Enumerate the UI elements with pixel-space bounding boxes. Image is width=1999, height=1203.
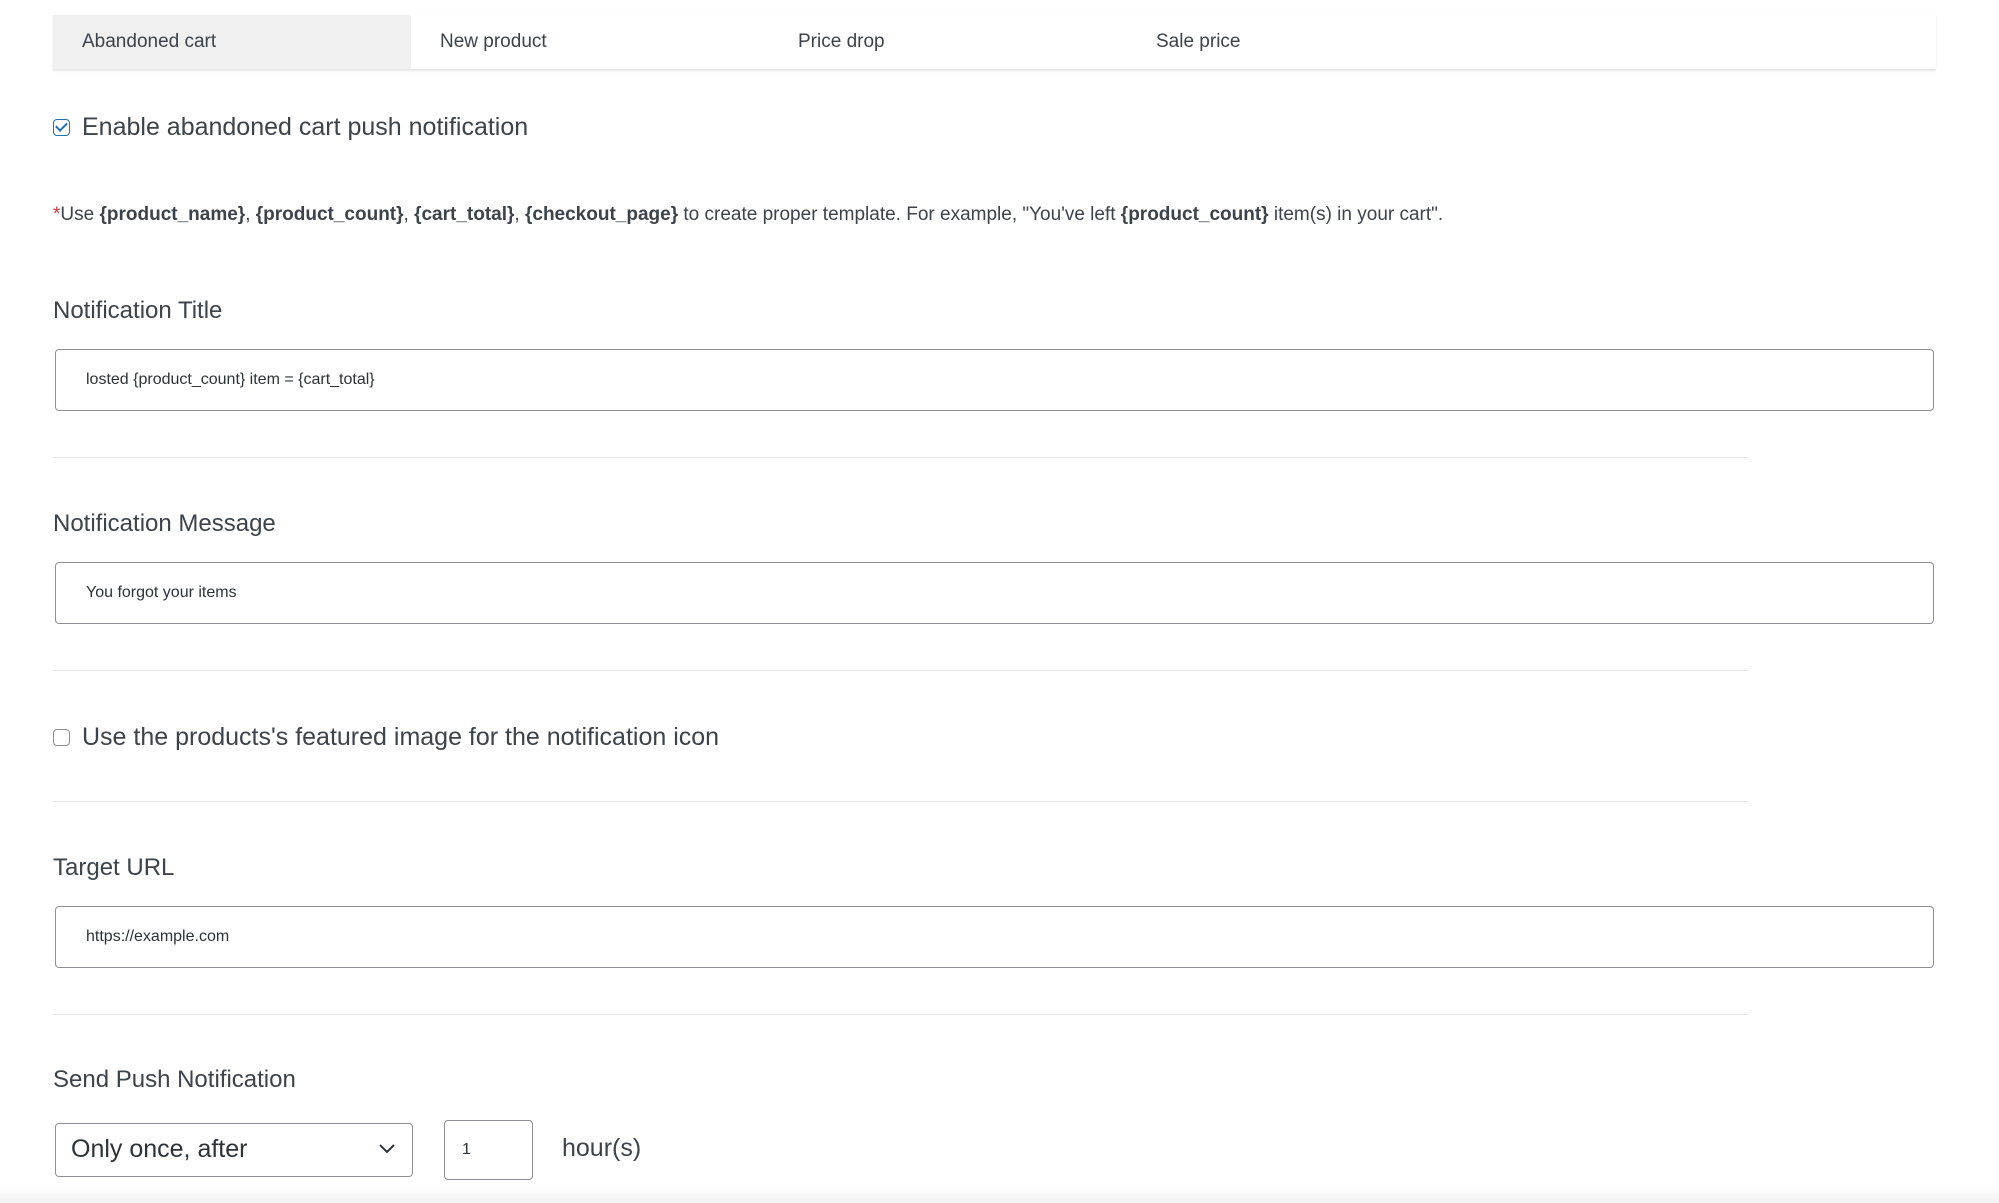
target-url-label: Target URL [53, 854, 175, 881]
featured-image-checkbox[interactable] [53, 729, 70, 746]
send-frequency-value: Only once, after [71, 1135, 248, 1163]
send-delay-input[interactable]: 1 [444, 1120, 533, 1180]
tab-new-product[interactable]: New product [411, 15, 769, 69]
divider [53, 457, 1749, 458]
notification-title-label: Notification Title [53, 297, 223, 324]
chevron-down-icon [379, 1144, 395, 1154]
featured-image-option[interactable]: Use the products's featured image for th… [53, 723, 719, 752]
notification-message-input[interactable]: You forgot your items [55, 562, 1934, 624]
send-frequency-select[interactable]: Only once, after [55, 1123, 413, 1177]
placeholder-product-name: {product_name} [99, 204, 246, 225]
tab-sale-price[interactable]: Sale price [1127, 15, 1485, 69]
hint-text: item(s) in your cart". [1268, 204, 1444, 225]
placeholder-product-count: {product_count} [255, 204, 404, 225]
bottom-fade [0, 1185, 1999, 1203]
enable-abandoned-cart-option[interactable]: Enable abandoned cart push notification [53, 113, 528, 142]
settings-page: Abandoned cart New product Price drop Sa… [0, 0, 1999, 1203]
hint-separator: , [245, 204, 256, 225]
hint-separator: , [514, 204, 525, 225]
target-url-input[interactable]: https://example.com [55, 906, 1934, 968]
featured-image-label: Use the products's featured image for th… [82, 723, 720, 751]
divider [53, 670, 1749, 671]
placeholder-cart-total: {cart_total} [414, 204, 515, 225]
hint-separator: , [403, 204, 415, 225]
divider [53, 801, 1749, 802]
notification-title-input[interactable]: losted {product_count} item = {cart_tota… [55, 349, 1934, 411]
notification-type-tabs: Abandoned cart New product Price drop Sa… [53, 15, 1936, 70]
tab-price-drop[interactable]: Price drop [769, 15, 1127, 69]
send-push-label: Send Push Notification [53, 1066, 296, 1093]
placeholder-checkout-page: {checkout_page} [524, 204, 679, 225]
enable-abandoned-cart-checkbox[interactable] [53, 119, 70, 136]
placeholder-product-count-example: {product_count} [1120, 204, 1269, 225]
divider [53, 1014, 1749, 1015]
send-delay-unit: hour(s) [562, 1134, 642, 1162]
hint-text: Use [60, 204, 100, 225]
template-placeholder-hint: *Use {product_name}, {product_count}, {c… [53, 204, 1443, 226]
hint-text: to create proper template. For example, … [678, 204, 1121, 225]
tab-abandoned-cart[interactable]: Abandoned cart [53, 15, 411, 69]
enable-abandoned-cart-label: Enable abandoned cart push notification [82, 113, 529, 141]
notification-message-label: Notification Message [53, 510, 276, 537]
